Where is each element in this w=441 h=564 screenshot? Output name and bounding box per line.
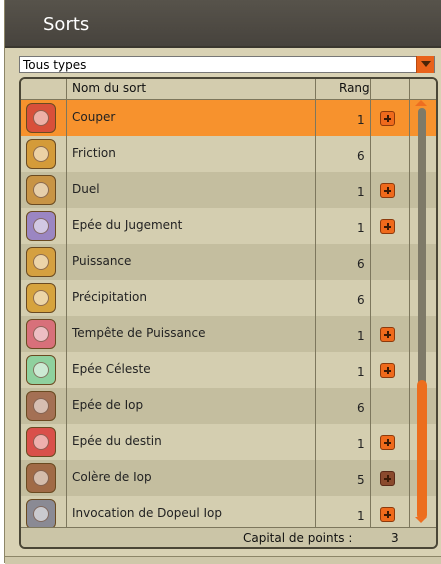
spell-glyph bbox=[33, 182, 49, 198]
spell-glyph bbox=[33, 362, 49, 378]
column-divider bbox=[66, 79, 67, 547]
spell-list: Couper 1 Friction 6 Duel 1 Epée du Jugement 1 Pu… bbox=[21, 100, 436, 532]
window-title: Sorts bbox=[43, 14, 90, 35]
spell-type-filter[interactable]: Tous types bbox=[19, 56, 435, 73]
wrath-icon bbox=[26, 463, 56, 493]
spell-glyph bbox=[33, 146, 49, 162]
duel-icon bbox=[26, 175, 56, 205]
spell-rank: 1 bbox=[357, 365, 365, 379]
column-divider bbox=[315, 79, 316, 547]
spell-name: Colère de Iop bbox=[72, 470, 152, 484]
warning-icon bbox=[26, 103, 56, 133]
points-capital-footer: Capital de points : 3 bbox=[21, 527, 436, 547]
upgrade-spell-plus-icon[interactable] bbox=[380, 183, 395, 198]
spell-row[interactable]: Epée du destin 1 bbox=[21, 424, 436, 460]
upgrade-spell-plus-icon[interactable] bbox=[380, 507, 395, 522]
spell-rank: 1 bbox=[357, 509, 365, 523]
spell-glyph bbox=[33, 398, 49, 414]
spell-row[interactable]: Epée du Jugement 1 bbox=[21, 208, 436, 244]
spell-list-scrollbar[interactable] bbox=[413, 100, 430, 525]
column-header-name[interactable]: Nom du sort bbox=[72, 81, 146, 95]
spell-name: Epée du destin bbox=[72, 434, 162, 448]
spell-name: Puissance bbox=[72, 254, 132, 268]
spell-glyph bbox=[33, 470, 49, 486]
spell-rank: 5 bbox=[357, 473, 365, 487]
spells-window: Sorts Tous types Nom du sort Rang Couper… bbox=[4, 0, 441, 564]
spell-glyph bbox=[33, 254, 49, 270]
iop-sword-icon bbox=[26, 391, 56, 421]
scrollbar-thumb[interactable] bbox=[417, 380, 427, 520]
spell-rank: 6 bbox=[357, 257, 365, 271]
points-capital-label: Capital de points : bbox=[243, 531, 353, 545]
spell-rank: 6 bbox=[357, 293, 365, 307]
upgrade-spell-plus-icon[interactable] bbox=[380, 327, 395, 342]
spell-name: Epée de Iop bbox=[72, 398, 144, 412]
spell-row[interactable]: Tempête de Puissance 1 bbox=[21, 316, 436, 352]
power-icon bbox=[26, 247, 56, 277]
spell-name: Duel bbox=[72, 182, 100, 196]
spell-name: Friction bbox=[72, 146, 116, 160]
spell-type-filter-value: Tous types bbox=[23, 58, 87, 72]
spell-glyph bbox=[33, 218, 49, 234]
spell-row[interactable]: Puissance 6 bbox=[21, 244, 436, 280]
spell-row[interactable]: Epée de Iop 6 bbox=[21, 388, 436, 424]
table-header: Nom du sort Rang bbox=[21, 79, 436, 100]
summon-icon bbox=[26, 499, 56, 529]
celestial-sword-icon bbox=[26, 355, 56, 385]
scroll-down-arrow-icon[interactable] bbox=[415, 517, 427, 523]
spell-row[interactable]: Couper 1 bbox=[21, 100, 436, 136]
scroll-up-arrow-icon[interactable] bbox=[415, 100, 427, 106]
chevron-down-icon[interactable] bbox=[416, 56, 434, 73]
spell-name: Couper bbox=[72, 110, 116, 124]
spell-glyph bbox=[33, 326, 49, 342]
spell-glyph bbox=[33, 506, 49, 522]
column-divider bbox=[370, 79, 371, 547]
spell-rank: 6 bbox=[357, 149, 365, 163]
spell-name: Epée Céleste bbox=[72, 362, 151, 376]
upgrade-spell-plus-icon[interactable] bbox=[380, 363, 395, 378]
spell-row[interactable]: Colère de Iop 5 bbox=[21, 460, 436, 496]
spell-rank: 1 bbox=[357, 437, 365, 451]
upgrade-spell-plus-icon[interactable] bbox=[380, 219, 395, 234]
spell-row[interactable]: Epée Céleste 1 bbox=[21, 352, 436, 388]
judgement-icon bbox=[26, 211, 56, 241]
column-divider bbox=[409, 79, 410, 547]
spell-rank: 1 bbox=[357, 221, 365, 235]
spell-rank: 1 bbox=[357, 113, 365, 127]
destiny-sword-icon bbox=[26, 427, 56, 457]
upgrade-spell-plus-icon[interactable] bbox=[380, 471, 395, 486]
friction-icon bbox=[26, 139, 56, 169]
spell-glyph bbox=[33, 110, 49, 126]
spell-rank: 1 bbox=[357, 185, 365, 199]
spell-name: Précipitation bbox=[72, 290, 148, 304]
title-bar[interactable]: Sorts bbox=[5, 0, 441, 48]
column-header-rank[interactable]: Rang bbox=[339, 81, 370, 95]
spell-name: Invocation de Dopeul Iop bbox=[72, 506, 222, 520]
spells-table: Nom du sort Rang Couper 1 Friction 6 Duel 1 Ep… bbox=[19, 77, 438, 549]
points-capital-value: 3 bbox=[391, 531, 399, 545]
spell-glyph bbox=[33, 434, 49, 450]
spell-row[interactable]: Duel 1 bbox=[21, 172, 436, 208]
spell-rank: 1 bbox=[357, 329, 365, 343]
haste-icon bbox=[26, 283, 56, 313]
spell-row[interactable]: Friction 6 bbox=[21, 136, 436, 172]
upgrade-spell-plus-icon[interactable] bbox=[380, 435, 395, 450]
spell-rank: 6 bbox=[357, 401, 365, 415]
storm-icon bbox=[26, 319, 56, 349]
upgrade-spell-plus-icon[interactable] bbox=[380, 111, 395, 126]
spell-row[interactable]: Précipitation 6 bbox=[21, 280, 436, 316]
spell-glyph bbox=[33, 290, 49, 306]
spell-name: Tempête de Puissance bbox=[72, 326, 206, 340]
spell-name: Epée du Jugement bbox=[72, 218, 183, 232]
